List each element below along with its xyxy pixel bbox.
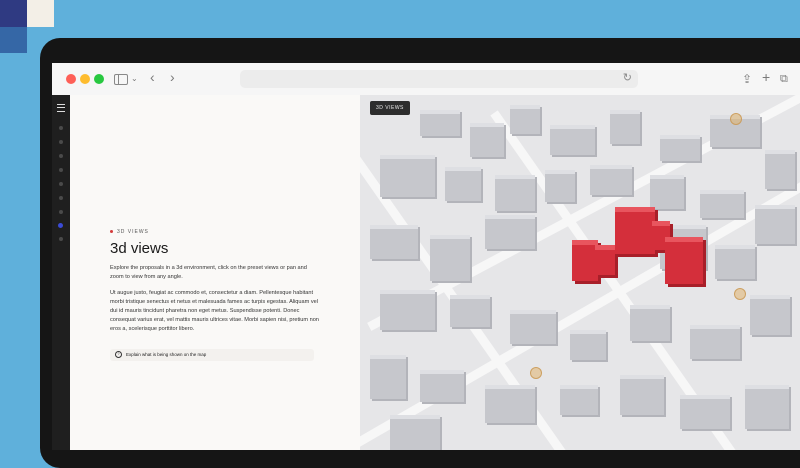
- rail-nav-item[interactable]: [59, 182, 63, 186]
- building: [570, 330, 606, 360]
- forward-icon[interactable]: ›: [170, 69, 175, 85]
- building: [495, 175, 535, 211]
- rail-nav-item[interactable]: [59, 154, 63, 158]
- decor-square-blue: [0, 27, 27, 53]
- sidebar-icon[interactable]: [114, 74, 128, 85]
- building: [485, 385, 535, 423]
- eyebrow-label: 3D VIEWS: [117, 229, 149, 235]
- building: [370, 355, 406, 399]
- building: [750, 295, 790, 335]
- explain-map-label: Explain what is being shown on the map: [126, 352, 207, 357]
- plus-icon[interactable]: +: [762, 69, 770, 85]
- reload-icon[interactable]: ↻: [623, 71, 632, 84]
- building: [545, 170, 575, 202]
- building: [715, 245, 755, 279]
- section-eyebrow: 3D VIEWS: [110, 229, 149, 235]
- building: [485, 215, 535, 249]
- building: [380, 155, 435, 197]
- building: [380, 290, 435, 330]
- building: [510, 105, 540, 134]
- map-marker[interactable]: [530, 367, 542, 379]
- building: [420, 370, 464, 402]
- building: [660, 135, 700, 161]
- map-marker[interactable]: [730, 113, 742, 125]
- content-panel: 3D VIEWS 3d views Explore the proposals …: [70, 95, 360, 450]
- rail-nav-item[interactable]: [59, 168, 63, 172]
- building: [510, 310, 556, 344]
- building: [390, 415, 440, 450]
- building: [620, 375, 664, 415]
- building: [470, 123, 504, 157]
- building: [765, 150, 795, 189]
- app-area: 3D VIEWS 3d views Explore the proposals …: [52, 95, 800, 450]
- map-3d-view[interactable]: 3D VIEWS: [360, 95, 800, 450]
- tabs-icon[interactable]: ⧉: [780, 71, 788, 87]
- red-dot-icon: [110, 230, 113, 234]
- share-icon[interactable]: ⇪: [742, 71, 752, 87]
- building: [430, 235, 470, 281]
- rail-nav-item[interactable]: [59, 237, 63, 241]
- building: [690, 325, 740, 359]
- close-window-button[interactable]: [66, 74, 76, 84]
- proposal-building[interactable]: [615, 207, 655, 254]
- building: [680, 395, 730, 429]
- help-icon: ?: [115, 351, 122, 359]
- building: [370, 225, 418, 259]
- map-marker[interactable]: [734, 288, 746, 300]
- rail-nav-item[interactable]: [59, 196, 63, 200]
- building: [745, 385, 789, 429]
- proposal-building[interactable]: [665, 237, 703, 284]
- decor-square-navy: [0, 0, 27, 27]
- building: [445, 167, 481, 201]
- building: [610, 110, 640, 144]
- body-text: Ut augue justo, feugiat ac commodo et, c…: [110, 290, 319, 332]
- building: [590, 165, 632, 195]
- building: [630, 305, 670, 341]
- building: [560, 385, 598, 415]
- rail-nav-item-active[interactable]: [58, 223, 63, 228]
- proposal-building[interactable]: [595, 245, 615, 275]
- rail-nav-item[interactable]: [59, 140, 63, 144]
- building: [550, 125, 595, 155]
- back-icon[interactable]: ‹: [150, 69, 155, 85]
- minimize-window-button[interactable]: [80, 74, 90, 84]
- building: [420, 110, 460, 136]
- page-title: 3d views: [110, 240, 169, 257]
- maximize-window-button[interactable]: [94, 74, 104, 84]
- chevron-down-icon[interactable]: ⌄: [131, 71, 138, 87]
- decor-square-cream: [27, 0, 54, 27]
- building: [755, 205, 795, 244]
- browser-window: ⌄ ‹ › ↻ ⇪ + ⧉ 3D VIEWS 3d views Explore …: [52, 63, 800, 450]
- browser-toolbar: ⌄ ‹ › ↻ ⇪ + ⧉: [52, 63, 800, 96]
- nav-rail: [52, 95, 70, 450]
- intro-text: Explore the proposals in a 3d environmen…: [110, 265, 307, 280]
- menu-icon[interactable]: [57, 104, 65, 112]
- explain-map-button[interactable]: ? Explain what is being shown on the map: [110, 349, 314, 361]
- view-mode-badge[interactable]: 3D VIEWS: [370, 101, 410, 115]
- building: [650, 175, 684, 209]
- rail-nav-item[interactable]: [59, 210, 63, 214]
- building: [700, 190, 744, 218]
- rail-nav-item[interactable]: [59, 126, 63, 130]
- building: [450, 295, 490, 327]
- address-bar[interactable]: ↻: [240, 70, 638, 88]
